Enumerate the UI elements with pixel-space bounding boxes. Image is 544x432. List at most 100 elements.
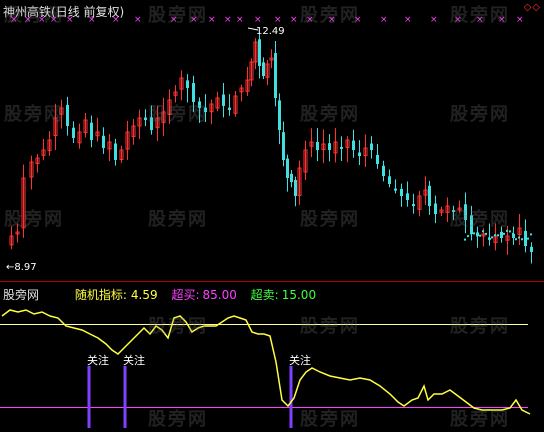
candle-body-down <box>509 230 511 233</box>
candle-body-down <box>352 140 355 150</box>
candle-body-down <box>186 80 189 88</box>
marker-x: × <box>476 15 484 25</box>
chart-title: 神州高铁(日线 前复权) <box>3 3 124 20</box>
candle-body-down <box>316 141 319 150</box>
price-panel[interactable]: × × × × × × × × × × × × × × × × × × × × × × × × × × 12.49 ←8.97 <box>0 0 544 282</box>
candle-body-down <box>476 234 478 237</box>
signal-label: 关注 <box>289 353 311 367</box>
candle-body-down <box>150 117 153 130</box>
candle-body-down <box>467 235 469 238</box>
candle-body-down <box>358 152 361 156</box>
candle-body-down <box>485 232 487 235</box>
candle-body-down <box>286 158 289 178</box>
indicator-title: 股旁网 随机指标: 4.59 超买: 85.00 超卖: 15.00 <box>3 286 316 303</box>
candle-body-down <box>102 135 105 148</box>
candle-body-down <box>198 101 201 108</box>
overbought-label: 超买: <box>171 288 200 302</box>
marker-x: × <box>328 15 336 25</box>
candle-body-down <box>518 236 520 239</box>
candle-body-down <box>470 215 473 234</box>
marker-x: × <box>134 15 142 25</box>
candle-body-down <box>412 204 415 207</box>
candle-body-down <box>388 176 391 184</box>
marker-x: × <box>516 15 524 25</box>
candle-body-down <box>228 107 231 110</box>
candle-body-down <box>479 234 481 237</box>
low-price-label: ←8.97 <box>6 262 37 273</box>
candle-body-down <box>222 94 225 106</box>
candle-body-down <box>274 53 277 98</box>
candle-body-down <box>530 246 533 252</box>
high-price-label: 12.49 <box>256 26 285 37</box>
candle-body-down <box>382 165 385 176</box>
candle-body-down <box>527 237 529 240</box>
k-value: 4.59 <box>130 288 158 302</box>
candle-body-down <box>370 143 373 150</box>
candle-body-down <box>428 185 431 206</box>
candle-body-down <box>482 230 484 233</box>
candle-body-down <box>204 107 207 112</box>
candle-body-down <box>340 146 343 149</box>
marker-x: × <box>208 15 216 25</box>
candle-body-down <box>500 235 502 238</box>
candle-body-down <box>506 229 508 232</box>
candle-body-down <box>294 180 297 196</box>
overbought-value: 85.00 <box>202 288 237 302</box>
oversold-value: 15.00 <box>281 288 317 302</box>
kdj-chart[interactable]: 关注 关注 关注 <box>0 282 544 428</box>
marker-x: × <box>498 15 506 25</box>
candle-body-down <box>278 100 281 130</box>
marker-x: × <box>404 15 412 25</box>
candle-body-down <box>72 127 75 138</box>
corner-diamond-icon[interactable]: ◇◇ <box>524 2 541 13</box>
candle-body-down <box>290 173 293 182</box>
candle-body-down <box>376 154 379 164</box>
candle-body-down <box>524 230 527 246</box>
period-label: (日线 前复权) <box>51 5 125 19</box>
candlestick-chart[interactable]: × × × × × × × × × × × × × × × × × × × × × × × × × ×12.49←8.97 <box>0 0 544 282</box>
candle-body-down <box>452 210 455 213</box>
signal-label: 关注 <box>123 353 145 367</box>
candle-body-down <box>144 117 147 120</box>
candle-body-down <box>66 104 69 126</box>
marker-x: × <box>306 15 314 25</box>
candle-body-down <box>262 62 265 76</box>
candle-body-down <box>497 234 499 237</box>
candle-body-down <box>515 238 517 241</box>
indicator-panel-label: 股旁网 <box>3 288 40 302</box>
stock-name: 神州高铁 <box>3 5 52 19</box>
marker-x: × <box>454 15 462 25</box>
marker-x: × <box>170 15 178 25</box>
marker-x: × <box>274 15 282 25</box>
indicator-panel[interactable]: 关注 关注 关注 <box>0 282 544 428</box>
candle-body-down <box>491 236 493 239</box>
candle-body-down <box>192 83 195 102</box>
marker-x: × <box>254 15 262 25</box>
marker-x: × <box>236 15 244 25</box>
candle-body-down <box>473 232 475 235</box>
candle-body-down <box>524 233 526 236</box>
k-line <box>1 309 531 415</box>
candle-body-down <box>464 238 466 241</box>
candle-body-down <box>434 203 437 214</box>
marker-x: × <box>290 15 298 25</box>
candle-body-down <box>494 234 496 237</box>
candle-body-down <box>406 193 409 200</box>
candle-body-down <box>114 143 117 160</box>
candle-body-down <box>521 238 523 241</box>
candle-body-down <box>512 232 514 235</box>
marker-x: × <box>224 15 232 25</box>
oversold-label: 超卖: <box>250 288 279 302</box>
candle-body-down <box>400 188 403 196</box>
marker-x: × <box>430 15 438 25</box>
candle-body-down <box>282 132 285 160</box>
marker-x: × <box>380 15 388 25</box>
candle-body-down <box>464 204 467 220</box>
candle-body-down <box>503 232 505 235</box>
marker-x: × <box>354 15 362 25</box>
candle-body-down <box>488 237 490 240</box>
candle-body-down <box>470 232 472 235</box>
marker-x: × <box>190 15 198 25</box>
candle-body-down <box>328 143 331 150</box>
candle-body-down <box>530 233 532 236</box>
